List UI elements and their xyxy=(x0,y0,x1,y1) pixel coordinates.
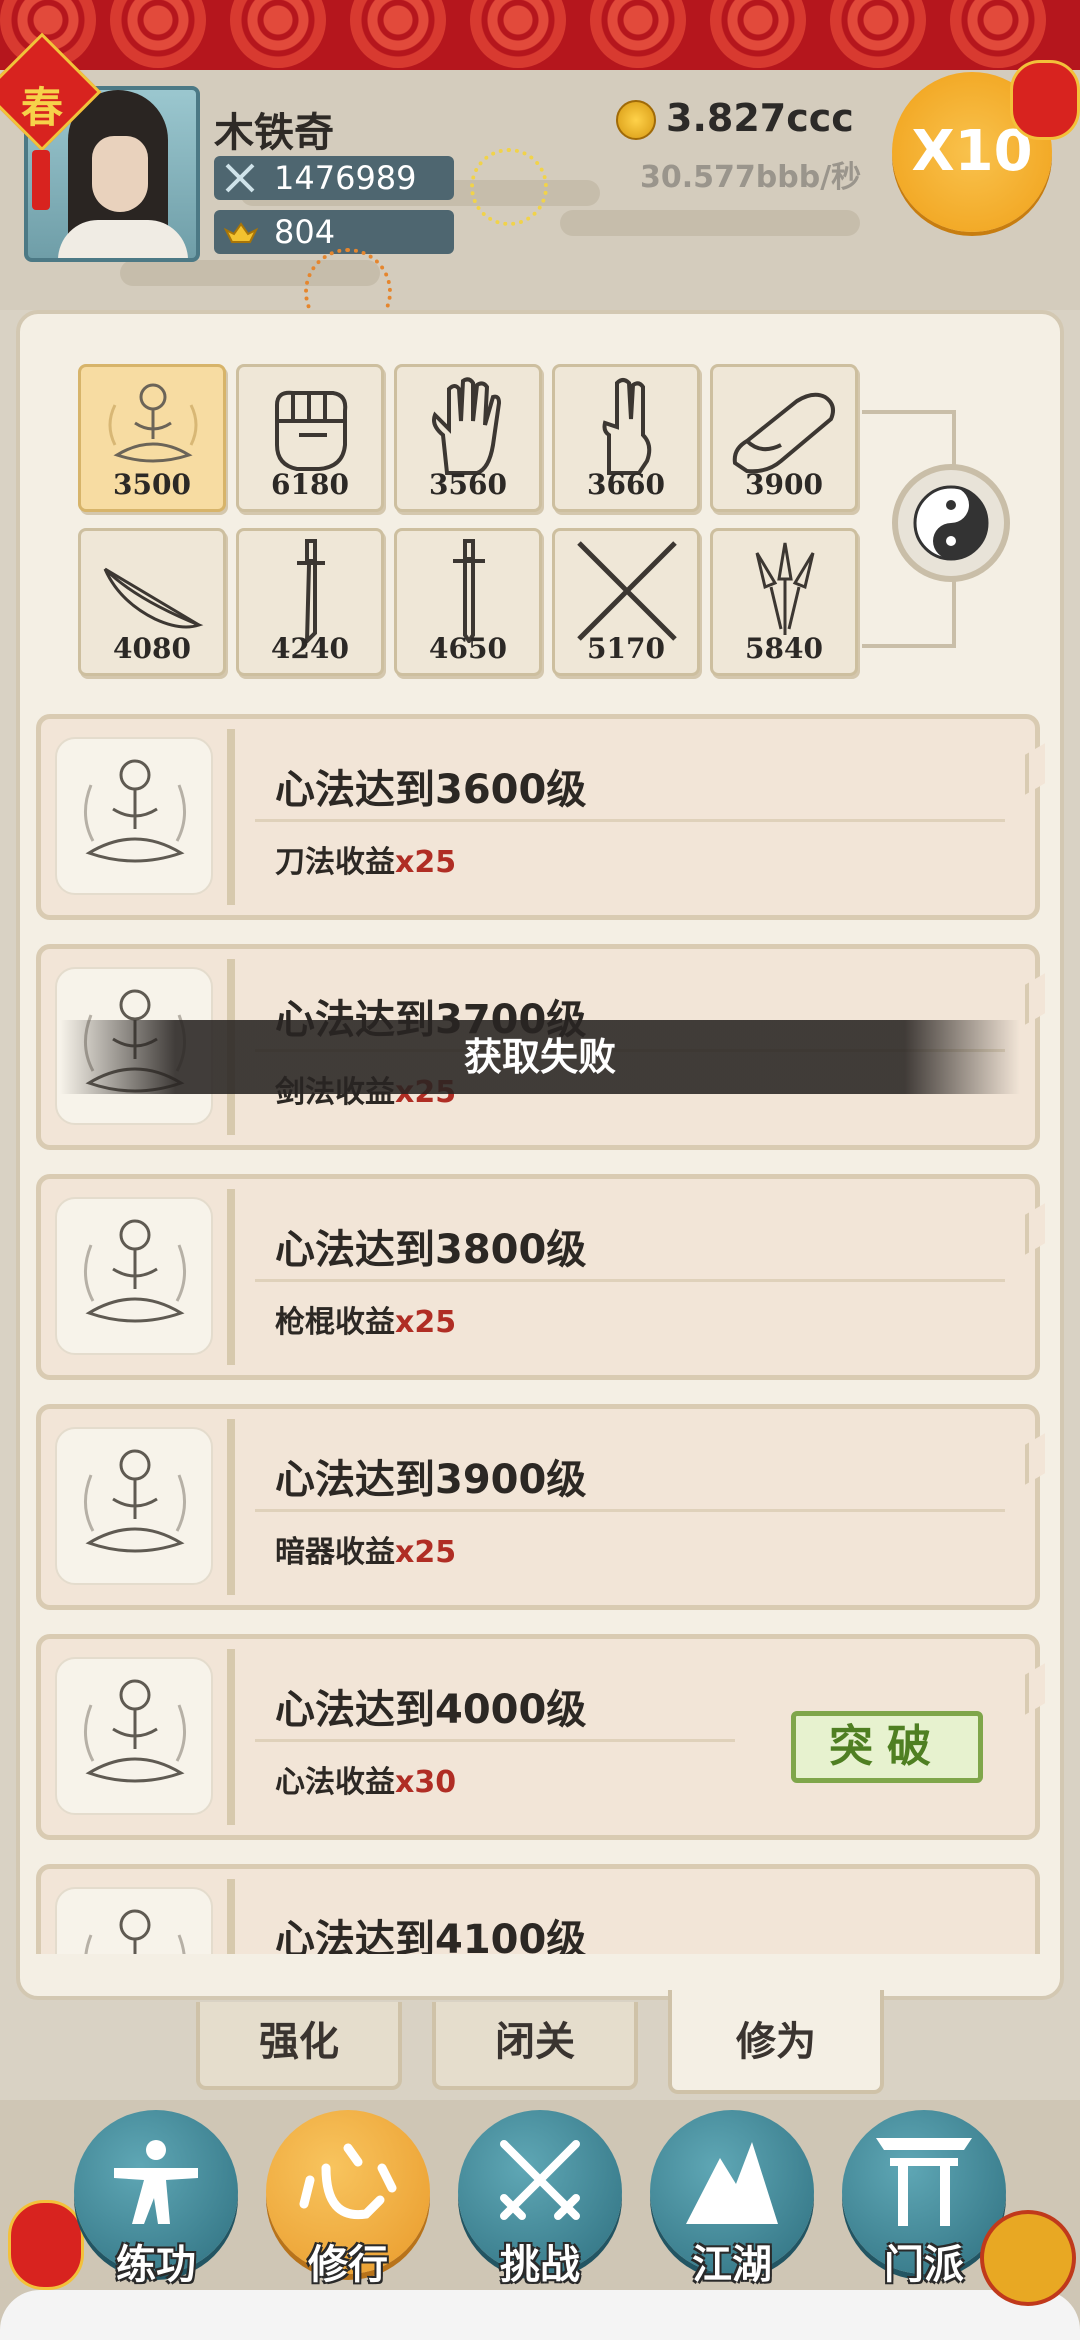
tab-enhance[interactable]: 强化 xyxy=(196,2002,402,2090)
meditation-icon xyxy=(84,1449,186,1553)
firework-decoration xyxy=(470,148,548,226)
skill-tile-finger[interactable]: 3660 xyxy=(552,364,700,512)
skill-tile-qinggong[interactable]: 4080 xyxy=(78,528,226,676)
skill-tile-footwork[interactable]: 3900 xyxy=(710,364,858,512)
cloud-decoration xyxy=(560,210,860,236)
skill-tile-sword[interactable]: 4650 xyxy=(394,528,542,676)
player-name: 木铁奇 xyxy=(214,110,334,156)
milestone-reward: 暗器收益x25 xyxy=(275,1535,457,1570)
milestone-reward: 心法收益x30 xyxy=(275,1765,457,1800)
skill-level: 3500 xyxy=(113,468,191,501)
milestone-goal: 心法达到3800级 xyxy=(275,1227,587,1273)
skill-level: 5170 xyxy=(587,632,665,665)
milestone-reward: 枪棍收益x25 xyxy=(275,1305,457,1340)
crossed-swords-icon xyxy=(500,2140,580,2220)
skill-tile-spear-staff[interactable]: 5170 xyxy=(552,528,700,676)
skill-tile-meditation[interactable]: 3500 xyxy=(78,364,226,512)
skill-level: 3660 xyxy=(587,468,665,501)
milestone-card: 心法达到3900级 暗器收益x25 xyxy=(36,1404,1045,1610)
palm-icon xyxy=(432,377,502,475)
tab-cultivation[interactable]: 修为 xyxy=(668,1990,884,2094)
skill-level: 6180 xyxy=(271,468,349,501)
snow-decoration xyxy=(0,2290,1080,2340)
lantern-decoration xyxy=(8,2200,84,2290)
heart-character-icon xyxy=(299,2143,397,2220)
combat-power-value: 1476989 xyxy=(274,159,417,197)
milestone-card: 心法达到4000级 心法收益x30 突破 xyxy=(36,1634,1045,1840)
festive-banner xyxy=(0,0,1080,70)
gold-amount: 3.827ccc xyxy=(666,96,854,140)
milestone-goal: 心法达到3900级 xyxy=(275,1457,587,1503)
two-finger-icon xyxy=(602,378,652,475)
milestone-card: 心法达到4100级 xyxy=(36,1864,1040,1954)
breakthrough-button[interactable]: 突破 xyxy=(791,1711,983,1783)
milestone-portrait xyxy=(55,1427,213,1585)
milestone-goal: 心法达到4000级 xyxy=(275,1687,587,1733)
lantern-decoration xyxy=(1010,60,1080,140)
shoe-icon xyxy=(732,392,835,474)
spring-charm-text: 春 xyxy=(20,83,63,132)
skill-tile-palm[interactable]: 3560 xyxy=(394,364,542,512)
yin-yang-icon xyxy=(913,485,989,561)
reward-multiplier: x25 xyxy=(395,845,457,880)
gold-ingot-icon xyxy=(224,222,258,243)
milestone-list[interactable]: 心法达到3600级 刀法收益x25 心法达到3700级 剑法收益x25 心法达到… xyxy=(36,714,1046,1954)
lion-dance-decoration xyxy=(980,2210,1076,2306)
feather-icon xyxy=(103,567,204,629)
gate-icon xyxy=(876,2138,972,2226)
reward-multiplier: x25 xyxy=(395,1305,457,1340)
fist-icon xyxy=(275,390,348,471)
tab-seclusion[interactable]: 闭关 xyxy=(432,2002,638,2090)
skill-level: 4240 xyxy=(271,632,349,665)
sword-icon xyxy=(453,539,485,643)
error-toast: 获取失败 xyxy=(60,1020,1020,1094)
nav-jianghu-label: 江湖 xyxy=(692,2242,772,2288)
ingot-value: 804 xyxy=(274,213,336,251)
saber-icon xyxy=(297,539,325,643)
milestone-portrait xyxy=(55,1197,213,1355)
skill-tile-saber[interactable]: 4240 xyxy=(236,528,384,676)
mountain-icon xyxy=(686,2142,778,2224)
milestone-reward: 刀法收益x25 xyxy=(275,845,457,880)
milestone-card: 心法达到3600级 刀法收益x25 xyxy=(36,714,1045,920)
nav-cultivate-label: 修行 xyxy=(308,2242,388,2288)
milestone-portrait xyxy=(55,737,213,895)
nav-practice-label: 练功 xyxy=(116,2242,196,2288)
milestone-portrait xyxy=(55,1657,213,1815)
meditation-icon xyxy=(108,383,198,463)
reward-multiplier: x25 xyxy=(395,1535,457,1570)
skill-level: 5840 xyxy=(745,632,823,665)
combat-power-badge: 1476989 xyxy=(214,156,454,200)
meditation-icon xyxy=(84,759,186,863)
skill-level: 3560 xyxy=(429,468,507,501)
skill-level: 4650 xyxy=(429,632,507,665)
throwing-knives-icon xyxy=(755,542,815,635)
meditation-icon xyxy=(84,1909,186,1954)
yin-yang-button[interactable] xyxy=(892,464,1010,582)
meditation-icon xyxy=(84,1679,186,1783)
milestone-goal: 心法达到4100级 xyxy=(275,1917,587,1954)
meditation-icon xyxy=(84,1219,186,1323)
milestone-goal: 心法达到3600级 xyxy=(275,767,587,813)
milestone-card: 心法达到3800级 枪棍收益x25 xyxy=(36,1174,1045,1380)
skill-tile-fist[interactable]: 6180 xyxy=(236,364,384,512)
skill-level: 4080 xyxy=(113,632,191,665)
skill-tile-hidden-weapon[interactable]: 5840 xyxy=(710,528,858,676)
martial-pose-icon xyxy=(114,2140,198,2224)
skill-level: 3900 xyxy=(745,468,823,501)
milestone-portrait xyxy=(55,1887,213,1954)
tassel-decoration xyxy=(32,150,50,210)
reward-multiplier: x30 xyxy=(395,1765,457,1800)
crossed-staffs-icon xyxy=(577,541,677,641)
crossed-swords-icon xyxy=(225,163,255,193)
gold-rate: 30.577bbb/秒 xyxy=(640,160,862,195)
gold-coin-icon xyxy=(616,100,656,140)
nav-challenge-label: 挑战 xyxy=(500,2242,580,2288)
ingot-badge: 804 xyxy=(214,210,454,254)
